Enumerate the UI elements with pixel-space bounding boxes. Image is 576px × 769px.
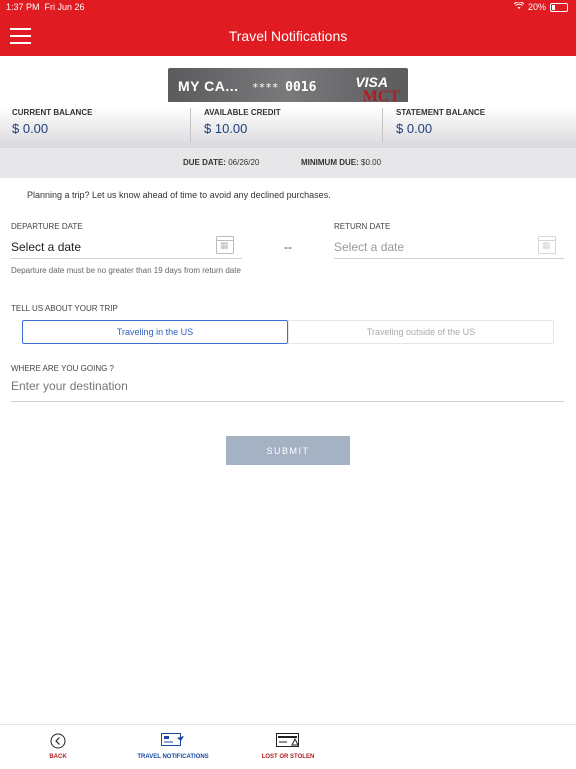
status-bar: 1:37 PM Fri Jun 26 20% [0, 0, 576, 14]
destination-field[interactable] [11, 379, 564, 402]
back-arrow-icon [40, 733, 76, 749]
divider [382, 108, 383, 142]
nav-lost-or-stolen[interactable]: LOST OR STOLEN [252, 733, 324, 760]
wifi-icon [513, 1, 525, 12]
balances-row: CURRENT BALANCE $ 0.00 AVAILABLE CREDIT … [0, 108, 576, 144]
nav-back-label: BACK [49, 754, 67, 760]
tab-traveling-outside-us[interactable]: Traveling outside of the US [288, 320, 554, 344]
bottom-nav: BACK TRAVEL NOTIFICATIONS LOST OR STOLEN [0, 724, 576, 769]
card-number: **** 0016 [252, 80, 317, 95]
current-balance: CURRENT BALANCE $ 0.00 [12, 108, 93, 136]
intro-text: Planning a trip? Let us know ahead of ti… [27, 190, 331, 200]
submit-button[interactable]: SUBMIT [226, 436, 350, 465]
battery-icon [550, 2, 568, 12]
return-date-input[interactable]: Select a date [334, 236, 564, 259]
page-title: Travel Notifications [228, 28, 348, 44]
departure-date-value: Select a date [11, 240, 82, 254]
issuer-logo: MCT [362, 88, 400, 102]
calendar-icon[interactable] [216, 236, 234, 254]
calendar-icon[interactable] [538, 236, 556, 254]
account-summary: MY CA... **** 0016 VISA MCT CURRENT BALA… [0, 56, 576, 148]
status-right: 20% [513, 1, 568, 12]
available-credit: AVAILABLE CREDIT $ 10.00 [204, 108, 281, 136]
card-alert-icon [252, 733, 324, 749]
minimum-due: MINIMUM DUE: $0.00 [301, 158, 382, 167]
app-header: 1:37 PM Fri Jun 26 20% Travel Notificati… [0, 0, 576, 56]
date-hint: Departure date must be no greater than 1… [11, 266, 241, 275]
nav-back[interactable]: BACK [40, 733, 76, 760]
travel-card-icon [128, 733, 218, 749]
divider [190, 108, 191, 142]
statement-balance: STATEMENT BALANCE $ 0.00 [396, 108, 486, 136]
battery-percent: 20% [527, 2, 546, 12]
card-image[interactable]: MY CA... **** 0016 VISA MCT [168, 68, 408, 102]
due-date: DUE DATE: 06/26/20 [183, 158, 260, 167]
trip-type-toggle: Traveling in the US Traveling outside of… [22, 320, 554, 344]
destination-label: WHERE ARE YOU GOING ? [11, 364, 114, 373]
destination-input[interactable] [11, 379, 564, 393]
return-date-placeholder: Select a date [334, 240, 405, 254]
departure-date-input[interactable]: Select a date [11, 236, 242, 259]
return-date-label: RETURN DATE [334, 222, 391, 231]
date-separator: -- [284, 240, 292, 254]
nav-travel-label: TRAVEL NOTIFICATIONS [137, 754, 209, 760]
departure-date-label: DEPARTURE DATE [11, 222, 83, 231]
due-info-bar: DUE DATE: 06/26/20 MINIMUM DUE: $0.00 [0, 148, 576, 178]
tab-traveling-in-us[interactable]: Traveling in the US [22, 320, 288, 344]
trip-type-label: TELL US ABOUT YOUR TRIP [11, 304, 118, 313]
card-name: MY CA... [178, 78, 239, 94]
status-time: 1:37 PM Fri Jun 26 [6, 2, 85, 12]
nav-lost-label: LOST OR STOLEN [261, 754, 315, 760]
nav-travel-notifications[interactable]: TRAVEL NOTIFICATIONS [128, 733, 218, 760]
